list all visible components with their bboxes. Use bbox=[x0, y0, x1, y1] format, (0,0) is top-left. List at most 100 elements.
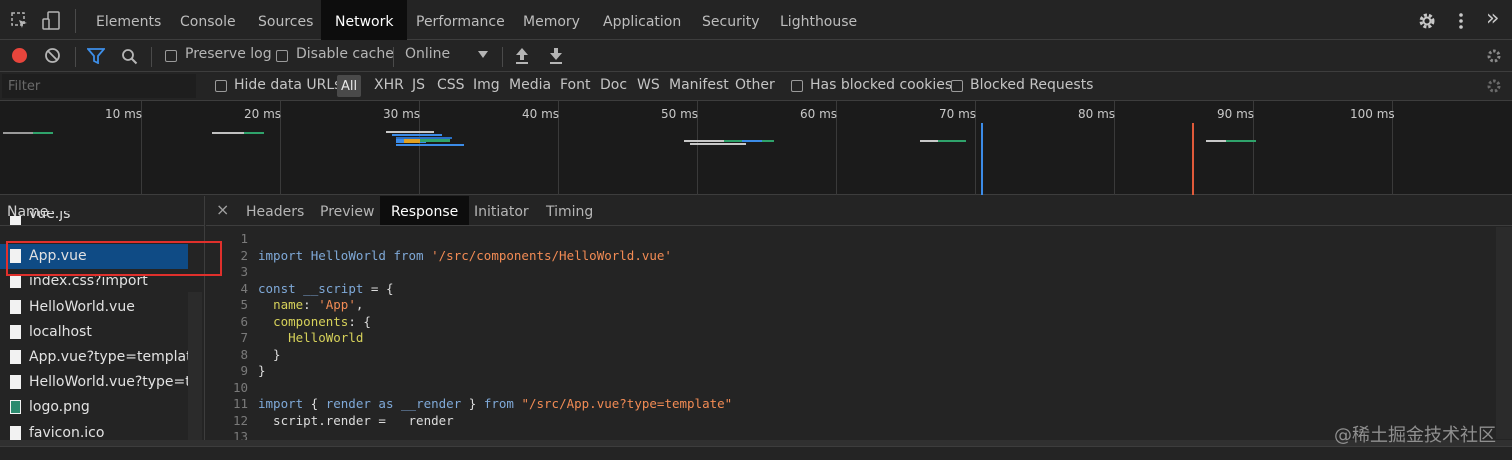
type-filter-js[interactable]: JS bbox=[412, 77, 425, 93]
more-tabs-chevron-icon[interactable]: » bbox=[1486, 6, 1499, 31]
detail-tab-bar: × Headers Preview Response Initiator Timing bbox=[206, 196, 1512, 226]
doc-icon bbox=[10, 216, 21, 225]
search-icon[interactable] bbox=[121, 48, 138, 65]
line-number: 12 bbox=[232, 412, 248, 428]
blocked-requests-label: Blocked Requests bbox=[970, 77, 1094, 93]
more-options-icon[interactable] bbox=[1457, 12, 1465, 30]
hide-data-urls-label: Hide data URLs bbox=[234, 77, 342, 93]
network-settings-gear-icon[interactable] bbox=[1486, 48, 1502, 64]
dom-content-loaded-marker bbox=[981, 123, 983, 195]
code-line: const __script = { bbox=[258, 280, 394, 296]
doc-icon bbox=[10, 274, 21, 289]
tab-elements[interactable]: Elements bbox=[82, 0, 175, 40]
throttling-select[interactable]: Online bbox=[405, 46, 450, 62]
detail-tab-headers[interactable]: Headers bbox=[235, 196, 315, 225]
filter-funnel-icon[interactable] bbox=[87, 48, 105, 64]
tab-application[interactable]: Application bbox=[589, 0, 695, 40]
detail-tab-response[interactable]: Response bbox=[380, 196, 470, 225]
type-filter-other[interactable]: Other bbox=[735, 77, 775, 93]
type-filter-all[interactable]: All bbox=[337, 75, 361, 97]
filter-bar: Hide data URLs All XHR JS CSS Img Media Font Do… bbox=[0, 72, 1512, 101]
timeline-tick-label: 50 ms bbox=[661, 107, 699, 121]
disable-cache-checkbox[interactable] bbox=[276, 50, 288, 62]
timeline-tick-label: 20 ms bbox=[244, 107, 282, 121]
request-row[interactable]: localhost bbox=[0, 320, 188, 345]
tab-memory[interactable]: Memory bbox=[509, 0, 594, 40]
line-number: 3 bbox=[240, 264, 248, 279]
request-row[interactable]: logo.png bbox=[0, 395, 188, 420]
load-event-marker bbox=[1192, 123, 1194, 195]
request-name: HelloWorld.vue?type=te... bbox=[29, 374, 188, 391]
type-filter-media[interactable]: Media bbox=[509, 77, 551, 93]
filter-input[interactable] bbox=[2, 74, 196, 98]
doc-icon bbox=[10, 299, 21, 314]
tab-performance[interactable]: Performance bbox=[402, 0, 519, 40]
code-line: name: 'App', bbox=[273, 297, 364, 312]
detail-tab-timing[interactable]: Timing bbox=[535, 196, 604, 225]
type-filter-img[interactable]: Img bbox=[473, 77, 500, 93]
devtools-tab-bar: Elements Console Sources Network Performance… bbox=[0, 0, 1512, 40]
doc-icon bbox=[10, 350, 21, 364]
line-number: 1 bbox=[240, 231, 248, 246]
doc-icon bbox=[10, 375, 21, 390]
has-blocked-cookies-label: Has blocked cookies bbox=[810, 77, 953, 93]
tab-lighthouse[interactable]: Lighthouse bbox=[766, 0, 871, 40]
filter-settings-gear-icon[interactable] bbox=[1486, 78, 1502, 94]
type-filter-font[interactable]: Font bbox=[560, 77, 590, 93]
timeline-tick-label: 60 ms bbox=[800, 107, 838, 121]
code-line: } bbox=[258, 363, 266, 378]
tab-security[interactable]: Security bbox=[688, 0, 774, 40]
detail-tab-preview[interactable]: Preview bbox=[309, 196, 386, 225]
detail-tab-initiator[interactable]: Initiator bbox=[463, 196, 540, 225]
close-detail-icon[interactable]: × bbox=[216, 200, 229, 219]
chevron-down-icon[interactable] bbox=[478, 51, 488, 58]
hide-data-urls-checkbox[interactable] bbox=[215, 80, 227, 92]
type-filter-doc[interactable]: Doc bbox=[600, 77, 627, 93]
code-vertical-scrollbar[interactable] bbox=[1496, 227, 1512, 439]
type-filter-xhr[interactable]: XHR bbox=[374, 77, 404, 93]
has-blocked-cookies-checkbox[interactable] bbox=[791, 80, 803, 92]
type-filter-ws[interactable]: WS bbox=[637, 77, 660, 93]
timeline-tick-label: 90 ms bbox=[1217, 107, 1255, 121]
timeline-tick-label: 40 ms bbox=[522, 107, 560, 121]
line-number: 5 bbox=[240, 297, 248, 312]
type-filter-manifest[interactable]: Manifest bbox=[669, 77, 729, 93]
line-number: 8 bbox=[240, 346, 248, 362]
line-number: 4 bbox=[240, 280, 248, 296]
tab-console[interactable]: Console bbox=[166, 0, 250, 40]
type-filter-css[interactable]: CSS bbox=[437, 77, 465, 93]
timeline-overview[interactable]: 10 ms 20 ms 30 ms 40 ms 50 ms 60 ms 70 ms 80 ms… bbox=[0, 101, 1512, 195]
code-line: } bbox=[258, 346, 281, 362]
preserve-log-label: Preserve log bbox=[185, 46, 272, 62]
import-har-icon[interactable] bbox=[515, 47, 529, 64]
inspect-element-icon[interactable] bbox=[11, 12, 29, 30]
record-button[interactable] bbox=[12, 48, 27, 63]
request-row[interactable]: HelloWorld.vue?type=te... bbox=[0, 370, 188, 395]
code-line: script.render = render bbox=[258, 412, 454, 428]
request-row[interactable]: App.vue?type=template bbox=[0, 345, 188, 370]
device-toolbar-icon[interactable] bbox=[42, 11, 62, 31]
network-toolbar: Preserve log Disable cache Online bbox=[0, 40, 1512, 72]
request-name: HelloWorld.vue bbox=[29, 298, 135, 315]
code-line: components: { bbox=[273, 313, 371, 329]
request-list-panel: Name vue.js App.vue index.css?import HelloW… bbox=[0, 196, 205, 459]
preserve-log-checkbox[interactable] bbox=[165, 50, 177, 62]
timeline-tick-label: 100 ms bbox=[1350, 107, 1395, 121]
request-row[interactable]: HelloWorld.vue bbox=[0, 295, 188, 320]
line-number: 7 bbox=[240, 330, 248, 345]
request-row[interactable]: vue.js bbox=[0, 211, 188, 225]
clear-icon[interactable] bbox=[44, 47, 61, 64]
response-code-view[interactable]: 1 2 import HelloWorld from '/src/component… bbox=[206, 227, 1496, 444]
export-har-icon[interactable] bbox=[549, 47, 563, 64]
settings-gear-icon[interactable] bbox=[1418, 12, 1436, 30]
tab-network[interactable]: Network bbox=[321, 0, 408, 40]
disable-cache-label: Disable cache bbox=[296, 46, 394, 62]
status-bar bbox=[0, 446, 1512, 460]
line-number: 11 bbox=[232, 396, 248, 411]
tab-sources[interactable]: Sources bbox=[244, 0, 327, 40]
doc-icon bbox=[10, 324, 21, 339]
request-list-scrollbar[interactable] bbox=[188, 292, 202, 442]
annotation-highlight-box bbox=[6, 241, 222, 276]
blocked-requests-checkbox[interactable] bbox=[951, 80, 963, 92]
request-name: localhost bbox=[29, 323, 92, 340]
